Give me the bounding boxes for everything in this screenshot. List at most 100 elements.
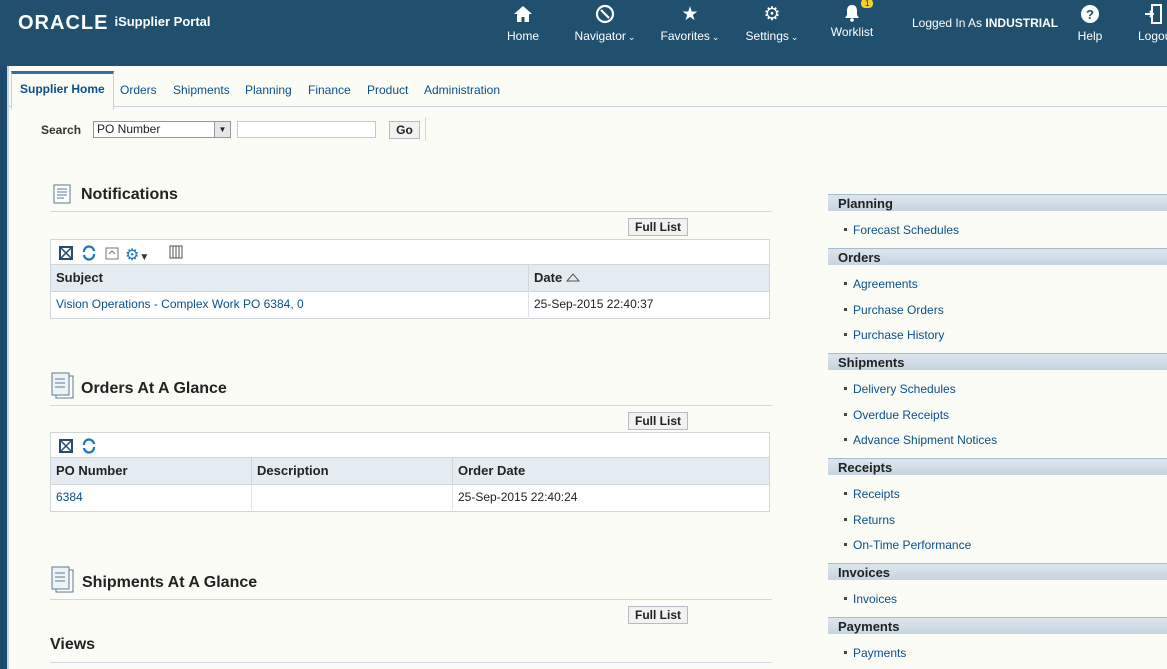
search-input[interactable] — [237, 121, 376, 138]
sidebar-link-receipts[interactable]: Receipts — [844, 487, 900, 501]
po-number-link[interactable]: 6384 — [51, 484, 252, 510]
sidebar-link-overdue-receipts[interactable]: Overdue Receipts — [844, 408, 949, 422]
bullet-icon — [844, 438, 847, 442]
nav-settings[interactable]: ⚙ Settings ⌄ — [742, 4, 802, 43]
notifications-header-row: Subject Date — [51, 264, 769, 292]
nav-help[interactable]: ? Help — [1074, 4, 1106, 43]
order-description — [252, 484, 453, 510]
search-label: Search — [41, 123, 82, 137]
bullet-icon — [844, 333, 847, 337]
nav-help-label: Help — [1077, 29, 1103, 43]
shipments-glance-title: Shipments At A Glance — [82, 574, 258, 591]
bullet-icon — [844, 308, 847, 312]
nav-logout[interactable]: Logout — [1136, 4, 1167, 43]
nav-worklist[interactable]: 1 Worklist — [829, 0, 875, 39]
sidebar-heading-receipts: Receipts — [828, 458, 1167, 475]
detach-icon[interactable] — [58, 245, 74, 264]
detach-icon[interactable] — [58, 438, 74, 457]
nav-settings-label: Settings — [745, 29, 789, 43]
tab-bar: Supplier Home Orders Shipments Planning … — [9, 66, 1167, 110]
nav-home[interactable]: Home — [505, 4, 541, 43]
bullet-icon — [844, 228, 847, 232]
orders-header-row: PO Number Description Order Date — [51, 457, 769, 485]
bullet-icon — [844, 518, 847, 522]
export-icon[interactable] — [104, 245, 120, 264]
divider — [50, 599, 772, 600]
sidebar-heading-invoices: Invoices — [828, 563, 1167, 580]
tab-supplier-home[interactable]: Supplier Home — [11, 71, 114, 110]
chevron-down-icon: ⌄ — [790, 32, 799, 42]
sidebar-heading-planning: Planning — [828, 194, 1167, 211]
notifications-title: Notifications — [81, 186, 178, 203]
brand-name: ORACLE — [18, 12, 109, 34]
settings-gear-icon[interactable]: ⚙▼ — [125, 245, 149, 265]
col-description[interactable]: Description — [252, 458, 453, 484]
nav-favorites[interactable]: ★ Favorites ⌄ — [658, 4, 722, 43]
col-order-date[interactable]: Order Date — [453, 458, 769, 484]
sidebar-link-payments[interactable]: Payments — [844, 646, 906, 660]
notification-subject-link[interactable]: Vision Operations - Complex Work PO 6384… — [51, 291, 529, 317]
search-type-value: PO Number — [97, 122, 161, 136]
tab-orders[interactable]: Orders — [120, 83, 157, 97]
dropdown-arrow-icon: ▼ — [214, 122, 230, 137]
nav-favorites-label: Favorites — [660, 29, 710, 43]
col-subject[interactable]: Subject — [51, 265, 529, 291]
col-date[interactable]: Date — [529, 265, 769, 291]
user-name: INDUSTRIAL — [985, 16, 1059, 30]
nav-navigator-label: Navigator — [574, 29, 626, 43]
sidebar-link-purchase-orders[interactable]: Purchase Orders — [844, 303, 944, 317]
notifications-full-list-button[interactable]: Full List — [628, 218, 688, 236]
star-icon: ★ — [681, 4, 699, 25]
nav-logout-label: Logout — [1138, 29, 1167, 43]
refresh-icon[interactable] — [81, 245, 97, 264]
logout-icon — [1136, 4, 1167, 26]
shipments-full-list-button[interactable]: Full List — [628, 606, 688, 624]
worklist-badge: 1 — [861, 0, 874, 8]
nav-home-label: Home — [506, 29, 539, 43]
sidebar-link-forecast-schedules[interactable]: Forecast Schedules — [844, 223, 959, 237]
tab-finance[interactable]: Finance — [308, 83, 351, 97]
sidebar-link-agreements[interactable]: Agreements — [844, 277, 918, 291]
home-icon — [505, 4, 541, 26]
nav-navigator[interactable]: Navigator ⌄ — [572, 4, 638, 43]
sidebar-link-on-time-performance[interactable]: On-Time Performance — [844, 538, 971, 552]
tab-shipments[interactable]: Shipments — [173, 83, 230, 97]
bullet-icon — [844, 282, 847, 286]
bullet-icon — [844, 492, 847, 496]
sidebar-link-invoices[interactable]: Invoices — [844, 592, 897, 606]
sidebar-link-delivery-schedules[interactable]: Delivery Schedules — [844, 382, 956, 396]
global-header: ORACLE iSupplier Portal Home Navigator ⌄ ★… — [0, 0, 1167, 66]
search-type-select[interactable]: PO Number ▼ — [93, 121, 231, 138]
columns-icon[interactable] — [169, 245, 183, 262]
help-icon: ? — [1074, 4, 1106, 26]
refresh-icon[interactable] — [81, 438, 97, 457]
shipments-glance-icon — [50, 566, 76, 594]
sidebar-link-returns[interactable]: Returns — [844, 513, 895, 527]
notifications-icon — [52, 184, 72, 204]
orders-full-list-button[interactable]: Full List — [628, 412, 688, 430]
chevron-down-icon: ⌄ — [627, 32, 636, 42]
bullet-icon — [844, 387, 847, 391]
tab-product[interactable]: Product — [367, 83, 408, 97]
col-po-number[interactable]: PO Number — [51, 458, 252, 484]
order-date: 25-Sep-2015 22:40:24 — [458, 490, 578, 504]
views-title: Views — [50, 636, 96, 653]
divider — [425, 117, 426, 141]
app-name: iSupplier Portal — [114, 14, 211, 29]
sidebar-link-advance-shipment-notices[interactable]: Advance Shipment Notices — [844, 433, 997, 447]
divider — [50, 405, 772, 406]
bullet-icon — [844, 413, 847, 417]
divider — [50, 211, 772, 212]
logged-in-prefix: Logged In As — [912, 16, 983, 30]
sidebar-heading-payments: Payments — [828, 617, 1167, 634]
sort-ascending-icon — [565, 270, 580, 285]
go-button[interactable]: Go — [389, 121, 420, 139]
bullet-icon — [844, 543, 847, 547]
logged-in-status: Logged In As INDUSTRIAL — [912, 16, 1058, 30]
tab-planning[interactable]: Planning — [245, 83, 292, 97]
tab-administration[interactable]: Administration — [424, 83, 500, 97]
sidebar-link-purchase-history[interactable]: Purchase History — [844, 328, 944, 342]
main-content: Supplier Home Orders Shipments Planning … — [7, 66, 1167, 669]
compass-icon — [572, 4, 638, 26]
gear-icon: ⚙ — [763, 4, 781, 25]
